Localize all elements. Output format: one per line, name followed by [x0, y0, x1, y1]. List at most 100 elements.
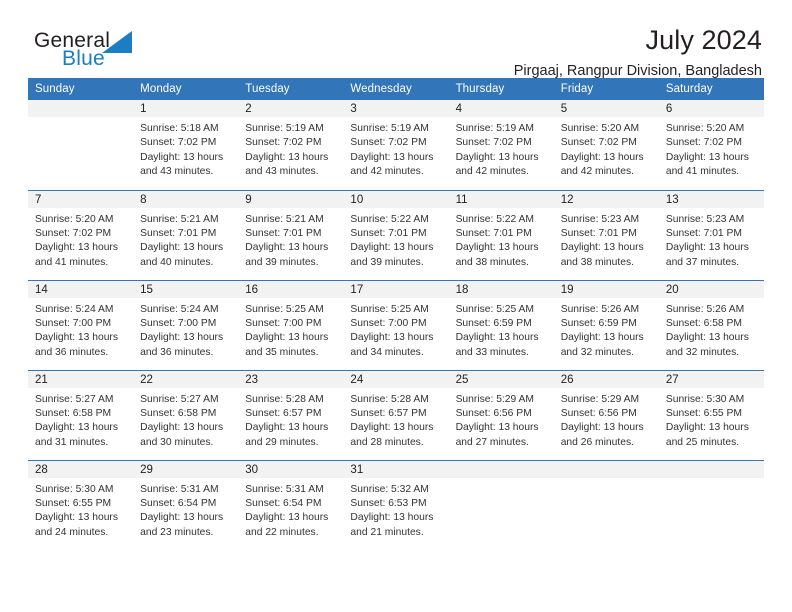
day-sun-info: Sunrise: 5:26 AM Sunset: 6:59 PM Daylight:… [554, 298, 659, 361]
day-number: 6 [658, 100, 764, 117]
calendar-day-cell[interactable]: 3 Sunrise: 5:19 AM Sunset: 7:02 PM Daylight… [343, 100, 449, 190]
day-info-line: Sunrise: 5:18 AM [140, 123, 219, 134]
day-number: 3 [343, 100, 449, 117]
calendar-day-cell[interactable]: 20 Sunrise: 5:26 AM Sunset: 6:58 PM Dayligh… [658, 279, 764, 370]
day-sun-info: Sunrise: 5:20 AM Sunset: 7:02 PM Daylight:… [554, 117, 659, 180]
day-info-line: Daylight: 13 hours [140, 151, 224, 163]
day-sun-info: Sunrise: 5:24 AM Sunset: 7:00 PM Daylight:… [133, 298, 238, 361]
day-info-line: Sunset: 6:55 PM [35, 497, 112, 509]
calendar-week-row: 21 Sunrise: 5:27 AM Sunset: 6:58 PM Dayligh… [28, 369, 764, 460]
day-info-line: and 32 minutes. [665, 346, 740, 358]
day-info-line: Sunset: 6:56 PM [560, 407, 637, 419]
day-info-line: and 42 minutes. [560, 166, 634, 178]
calendar-day-cell[interactable]: 24 Sunrise: 5:28 AM Sunset: 6:57 PM Dayligh… [343, 369, 449, 460]
calendar-day-cell[interactable]: 27 Sunrise: 5:30 AM Sunset: 6:55 PM Dayligh… [658, 369, 764, 460]
day-sun-info: Sunrise: 5:23 AM Sunset: 7:01 PM Daylight:… [659, 208, 764, 271]
calendar-day-cell[interactable]: 18 Sunrise: 5:25 AM Sunset: 6:59 PM Dayligh… [448, 279, 554, 370]
calendar-day-cell[interactable]: 16 Sunrise: 5:25 AM Sunset: 7:00 PM Dayligh… [238, 279, 344, 370]
day-info-line: and 42 minutes. [350, 166, 424, 178]
day-number: 25 [448, 370, 554, 388]
day-info-line: and 38 minutes. [455, 256, 529, 268]
day-info-line: Sunset: 6:54 PM [140, 497, 217, 509]
weekday-header-thursday: Thursday [448, 78, 554, 100]
calendar-day-cell[interactable]: 29 Sunrise: 5:31 AM Sunset: 6:54 PM Dayligh… [133, 459, 239, 550]
day-info-line: Sunset: 6:57 PM [350, 407, 427, 419]
calendar-empty-cell [553, 459, 659, 550]
calendar-day-cell[interactable]: 6 Sunrise: 5:20 AM Sunset: 7:02 PM Daylight… [658, 100, 764, 190]
day-info-line: Sunset: 7:00 PM [350, 317, 427, 329]
calendar-day-cell[interactable]: 30 Sunrise: 5:31 AM Sunset: 6:54 PM Dayligh… [238, 459, 344, 550]
calendar-day-cell[interactable]: 21 Sunrise: 5:27 AM Sunset: 6:58 PM Dayligh… [28, 369, 134, 460]
day-info-line: Sunset: 7:02 PM [350, 137, 427, 149]
calendar-day-cell[interactable]: 1 Sunrise: 5:18 AM Sunset: 7:02 PM Daylight… [133, 100, 239, 190]
day-info-line: Daylight: 13 hours [665, 242, 749, 254]
day-info-line: Daylight: 13 hours [35, 242, 118, 254]
calendar-day-cell[interactable]: 14 Sunrise: 5:24 AM Sunset: 7:00 PM Dayligh… [28, 279, 134, 370]
day-info-line: Sunrise: 5:24 AM [35, 303, 114, 315]
calendar-day-cell[interactable]: 31 Sunrise: 5:32 AM Sunset: 6:53 PM Dayligh… [343, 459, 449, 550]
calendar-day-cell[interactable]: 23 Sunrise: 5:28 AM Sunset: 6:57 PM Dayligh… [238, 369, 344, 460]
day-info-line: Sunrise: 5:20 AM [665, 123, 745, 134]
day-info-line: and 30 minutes. [140, 436, 214, 448]
day-info-line: and 24 minutes. [35, 526, 109, 538]
calendar-day-cell[interactable]: 5 Sunrise: 5:20 AM Sunset: 7:02 PM Daylight… [553, 100, 659, 190]
day-info-line: Daylight: 13 hours [140, 422, 224, 434]
calendar-day-cell[interactable]: 19 Sunrise: 5:26 AM Sunset: 6:59 PM Dayligh… [553, 279, 659, 370]
day-info-line: Sunrise: 5:26 AM [560, 303, 640, 315]
calendar-day-cell[interactable]: 13 Sunrise: 5:23 AM Sunset: 7:01 PM Dayligh… [658, 189, 764, 280]
day-info-line: Sunrise: 5:19 AM [245, 123, 324, 134]
calendar-day-cell[interactable]: 10 Sunrise: 5:22 AM Sunset: 7:01 PM Dayligh… [343, 189, 449, 280]
day-number: 17 [343, 280, 449, 298]
day-number: 1 [133, 100, 239, 117]
day-sun-info: Sunrise: 5:29 AM Sunset: 6:56 PM Daylight:… [554, 388, 659, 451]
day-sun-info: Sunrise: 5:28 AM Sunset: 6:57 PM Daylight:… [238, 388, 343, 451]
calendar-day-cell[interactable]: 12 Sunrise: 5:23 AM Sunset: 7:01 PM Dayligh… [553, 189, 659, 280]
day-info-line: Sunrise: 5:25 AM [350, 303, 429, 315]
calendar-week-row: 1 Sunrise: 5:18 AM Sunset: 7:02 PM Daylight… [28, 100, 764, 190]
day-number: 13 [658, 190, 764, 208]
day-sun-info: Sunrise: 5:24 AM Sunset: 7:00 PM Daylight:… [28, 298, 133, 361]
day-sun-info: Sunrise: 5:30 AM Sunset: 6:55 PM Daylight:… [659, 388, 764, 451]
day-info-line: and 40 minutes. [140, 256, 214, 268]
brand-logo: General Blue [28, 26, 178, 76]
day-info-line: Sunrise: 5:31 AM [245, 483, 324, 495]
day-number: 18 [448, 280, 554, 298]
day-number: 26 [553, 370, 659, 388]
day-info-line: Daylight: 13 hours [35, 332, 118, 344]
day-info-line: Sunrise: 5:31 AM [140, 483, 219, 495]
page-title: July 2024 [645, 25, 762, 55]
calendar-day-cell[interactable]: 17 Sunrise: 5:25 AM Sunset: 7:00 PM Dayligh… [343, 279, 449, 370]
day-info-line: Sunrise: 5:19 AM [350, 123, 429, 134]
day-info-line: and 42 minutes. [455, 166, 529, 178]
calendar-day-cell[interactable]: 22 Sunrise: 5:27 AM Sunset: 6:58 PM Dayligh… [133, 369, 239, 460]
day-info-line: Sunrise: 5:27 AM [140, 393, 219, 405]
day-info-line: Daylight: 13 hours [245, 512, 329, 524]
calendar-day-cell[interactable]: 8 Sunrise: 5:21 AM Sunset: 7:01 PM Daylight… [133, 189, 239, 280]
day-info-line: Daylight: 13 hours [455, 422, 539, 434]
calendar-day-cell[interactable]: 15 Sunrise: 5:24 AM Sunset: 7:00 PM Dayligh… [133, 279, 239, 370]
day-info-line: Sunset: 6:59 PM [560, 317, 637, 329]
day-info-line: Sunset: 6:56 PM [455, 407, 532, 419]
day-info-line: Daylight: 13 hours [245, 151, 329, 163]
day-info-line: and 33 minutes. [455, 346, 529, 358]
day-info-line: Daylight: 13 hours [350, 242, 434, 254]
calendar-day-cell[interactable]: 4 Sunrise: 5:19 AM Sunset: 7:02 PM Daylight… [448, 100, 554, 190]
calendar-day-cell[interactable]: 25 Sunrise: 5:29 AM Sunset: 6:56 PM Dayligh… [448, 369, 554, 460]
calendar-day-cell[interactable]: 11 Sunrise: 5:22 AM Sunset: 7:01 PM Dayligh… [448, 189, 554, 280]
day-sun-info: Sunrise: 5:19 AM Sunset: 7:02 PM Daylight:… [238, 117, 343, 180]
calendar-day-cell[interactable]: 26 Sunrise: 5:29 AM Sunset: 6:56 PM Dayligh… [553, 369, 659, 460]
day-sun-info: Sunrise: 5:21 AM Sunset: 7:01 PM Daylight:… [133, 208, 238, 271]
day-info-line: Daylight: 13 hours [455, 242, 539, 254]
calendar-day-cell[interactable]: 7 Sunrise: 5:20 AM Sunset: 7:02 PM Daylight… [28, 189, 134, 280]
day-info-line: Daylight: 13 hours [350, 422, 434, 434]
calendar-day-cell[interactable]: 9 Sunrise: 5:21 AM Sunset: 7:01 PM Daylight… [238, 189, 344, 280]
calendar-day-cell[interactable]: 2 Sunrise: 5:19 AM Sunset: 7:02 PM Daylight… [238, 100, 344, 190]
calendar-day-cell[interactable]: 28 Sunrise: 5:30 AM Sunset: 6:55 PM Dayligh… [28, 459, 134, 550]
day-sun-info: Sunrise: 5:30 AM Sunset: 6:55 PM Daylight:… [28, 478, 133, 541]
day-info-line: and 41 minutes. [665, 166, 740, 178]
day-info-line: Sunrise: 5:25 AM [455, 303, 534, 315]
day-info-line: Sunset: 6:58 PM [140, 407, 217, 419]
day-info-line: Sunrise: 5:25 AM [245, 303, 324, 315]
day-number: 16 [238, 280, 344, 298]
day-sun-info: Sunrise: 5:25 AM Sunset: 7:00 PM Daylight:… [238, 298, 343, 361]
